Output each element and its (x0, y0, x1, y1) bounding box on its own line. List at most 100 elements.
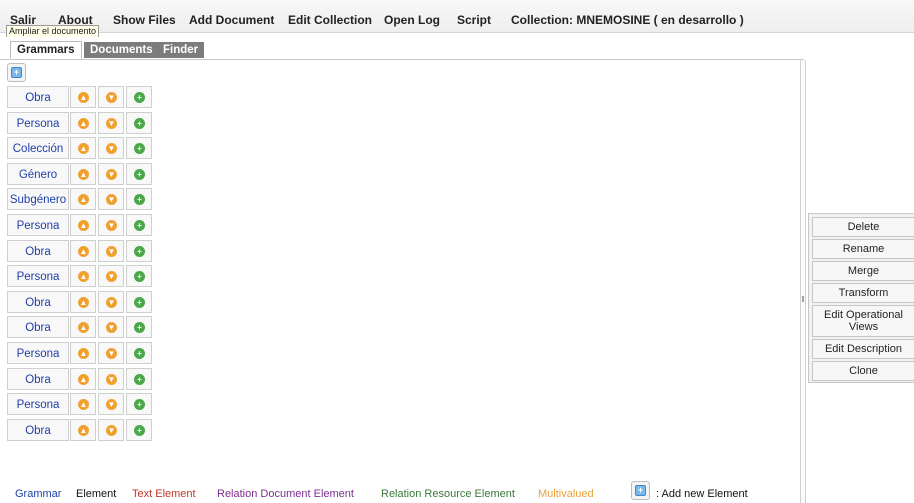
arrow-down-circle-icon: ▼ (106, 245, 117, 257)
add-child-button[interactable]: + (126, 367, 152, 390)
move-down-button[interactable]: ▼ (98, 239, 124, 262)
arrow-up-circle-icon: ▲ (78, 348, 89, 359)
action-merge-button[interactable]: Merge (812, 261, 914, 281)
arrow-down-circle-icon: ▼ (106, 399, 117, 411)
arrow-down-circle-icon: ▼ (106, 143, 117, 155)
grammar-name-button[interactable]: Persona (7, 265, 69, 288)
move-up-button[interactable]: ▲ (70, 137, 96, 160)
menu-script[interactable]: Script (457, 13, 491, 27)
add-child-button[interactable]: + (126, 418, 152, 441)
move-up-button[interactable]: ▲ (70, 290, 96, 313)
move-down-button[interactable]: ▼ (98, 393, 124, 416)
action-rename-button[interactable]: Rename (812, 239, 914, 259)
panel-splitter[interactable] (800, 60, 806, 503)
move-down-button[interactable]: ▼ (98, 367, 124, 390)
arrow-up-circle-icon: ▲ (78, 399, 89, 411)
action-transform-button[interactable]: Transform (812, 283, 914, 303)
move-up-button[interactable]: ▲ (70, 393, 96, 416)
move-up-button[interactable]: ▲ (70, 239, 96, 262)
menu-add-document[interactable]: Add Document (189, 13, 274, 27)
arrow-up-circle-icon: ▲ (78, 194, 89, 206)
arrow-up-circle-icon: ▲ (78, 271, 89, 283)
grammar-name-button[interactable]: Obra (7, 316, 69, 339)
add-child-button[interactable]: + (126, 162, 152, 185)
add-child-button[interactable]: + (126, 111, 152, 134)
grammar-name-button[interactable]: Obra (7, 239, 69, 262)
tab-bar: Grammars Documents Finder (0, 37, 914, 59)
tab-finder[interactable]: Finder (157, 42, 205, 58)
add-child-button[interactable]: + (126, 214, 152, 236)
move-down-button[interactable]: ▼ (98, 316, 124, 339)
move-down-button[interactable]: ▼ (98, 265, 124, 288)
move-up-button[interactable]: ▲ (70, 367, 96, 390)
legend-relation-document-element: Relation Document Element (217, 488, 354, 500)
action-edit-operational-views-button[interactable]: Edit Operational Views (812, 305, 914, 337)
move-down-button[interactable]: ▼ (98, 86, 124, 108)
move-down-button[interactable]: ▼ (98, 111, 124, 134)
grammar-name-button[interactable]: Obra (7, 290, 69, 313)
add-child-button[interactable]: + (126, 342, 152, 364)
move-up-button[interactable]: ▲ (70, 265, 96, 288)
plus-circle-icon: + (134, 220, 145, 231)
splitter-grip-icon[interactable]: ǁ (800, 295, 806, 304)
arrow-up-circle-icon: ▲ (78, 92, 89, 103)
move-up-button[interactable]: ▲ (70, 188, 96, 211)
move-up-button[interactable]: ▲ (70, 316, 96, 339)
move-up-button[interactable]: ▲ (70, 214, 96, 236)
grammar-name-button[interactable]: Persona (7, 393, 69, 416)
grammar-name-button[interactable]: Obra (7, 367, 69, 390)
move-down-button[interactable]: ▼ (98, 162, 124, 185)
plus-circle-icon: + (134, 194, 145, 206)
move-up-button[interactable]: ▲ (70, 418, 96, 441)
plus-circle-icon: + (134, 322, 145, 334)
move-down-button[interactable]: ▼ (98, 188, 124, 211)
arrow-down-circle-icon: ▼ (106, 348, 117, 359)
move-down-button[interactable]: ▼ (98, 214, 124, 236)
add-child-button[interactable]: + (126, 86, 152, 108)
menu-edit-collection[interactable]: Edit Collection (288, 13, 372, 27)
arrow-down-circle-icon: ▼ (106, 322, 117, 334)
add-child-button[interactable]: + (126, 290, 152, 313)
grammar-name-button[interactable]: Género (7, 162, 69, 185)
action-delete-button[interactable]: Delete (812, 217, 914, 237)
add-child-button[interactable]: + (126, 137, 152, 160)
arrow-up-circle-icon: ▲ (78, 245, 89, 257)
legend-relation-resource-element: Relation Resource Element (381, 488, 515, 500)
add-child-button[interactable]: + (126, 393, 152, 416)
arrow-up-circle-icon: ▲ (78, 117, 89, 129)
grammar-name-button[interactable]: Subgénero (7, 188, 69, 211)
menu-show-files[interactable]: Show Files (113, 13, 176, 27)
add-child-button[interactable]: + (126, 239, 152, 262)
move-up-button[interactable]: ▲ (70, 162, 96, 185)
move-down-button[interactable]: ▼ (98, 418, 124, 441)
collection-title: Collection: MNEMOSINE ( en desarrollo ) (511, 13, 744, 27)
tab-documents[interactable]: Documents (84, 42, 159, 58)
move-up-button[interactable]: ▲ (70, 111, 96, 134)
plus-circle-icon: + (134, 348, 145, 359)
grammar-name-button[interactable]: Persona (7, 111, 69, 134)
move-up-button[interactable]: ▲ (70, 342, 96, 364)
grammar-name-button[interactable]: Obra (7, 418, 69, 441)
action-edit-description-button[interactable]: Edit Description (812, 339, 914, 359)
action-clone-button[interactable]: Clone (812, 361, 914, 381)
menu-open-log[interactable]: Open Log (384, 13, 440, 27)
plus-circle-icon: + (134, 245, 145, 257)
grammar-name-button[interactable]: Persona (7, 214, 69, 236)
move-down-button[interactable]: ▼ (98, 290, 124, 313)
arrow-up-circle-icon: ▲ (78, 296, 89, 308)
grammar-name-button[interactable]: Colección (7, 137, 69, 160)
legend-grammar: Grammar (15, 488, 62, 500)
move-down-button[interactable]: ▼ (98, 137, 124, 160)
add-child-button[interactable]: + (126, 316, 152, 339)
add-element-button[interactable]: + (7, 63, 26, 82)
grammar-name-button[interactable]: Persona (7, 342, 69, 364)
tab-grammars[interactable]: Grammars (10, 41, 82, 59)
legend-add-icon-sample: + (631, 481, 650, 500)
move-up-button[interactable]: ▲ (70, 86, 96, 108)
arrow-up-circle-icon: ▲ (78, 168, 89, 180)
grammar-name-button[interactable]: Obra (7, 86, 69, 108)
move-down-button[interactable]: ▼ (98, 342, 124, 364)
arrow-down-circle-icon: ▼ (106, 296, 117, 308)
add-child-button[interactable]: + (126, 188, 152, 211)
add-child-button[interactable]: + (126, 265, 152, 288)
